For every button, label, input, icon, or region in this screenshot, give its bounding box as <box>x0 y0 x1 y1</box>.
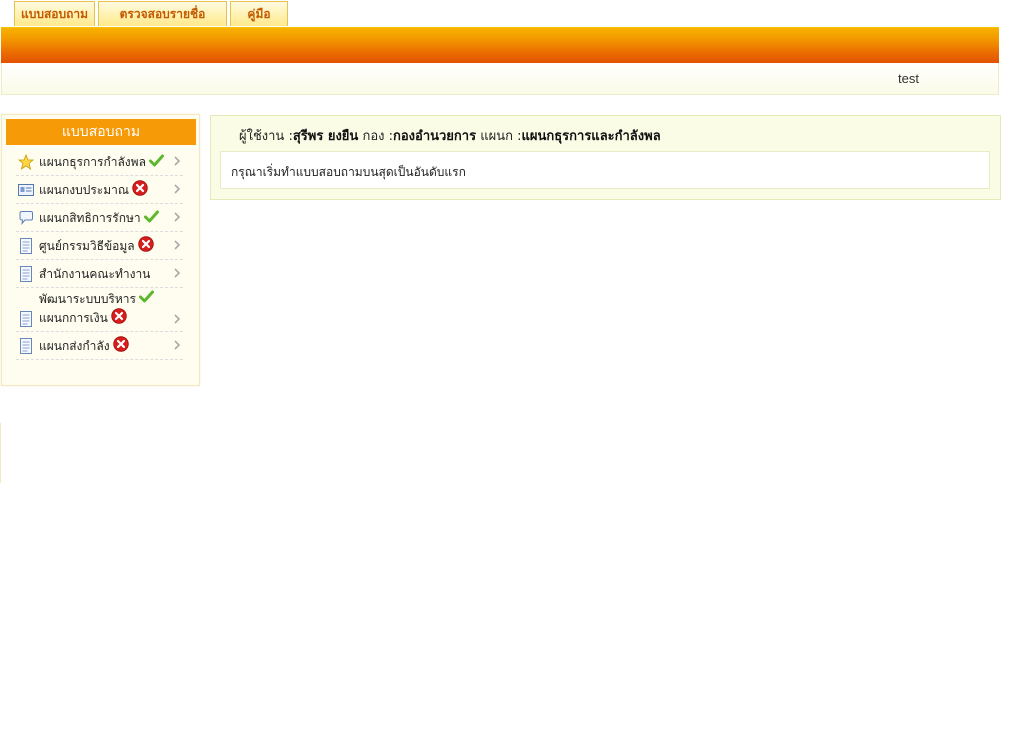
check-icon <box>148 154 164 170</box>
instruction-text: กรุณาเริ่มทำแบบสอบถามบนสุดเป็นอันดับแรก <box>231 165 466 179</box>
user-bar: test <box>1 63 999 95</box>
sidebar-item-budget[interactable]: แผนกงบประมาณ <box>16 176 183 204</box>
sidebar-item-label: แผนกสิทธิการรักษา <box>39 210 141 225</box>
chevron-right-icon <box>173 155 181 167</box>
sidebar-item-data-processing[interactable]: ศูนย์กรรมวิธีข้อมูล <box>16 232 183 260</box>
sidebar-item-label: แผนกงบประมาณ <box>39 182 129 197</box>
chevron-right-icon <box>173 339 181 351</box>
left-edge-strip <box>0 423 1 483</box>
header-banner <box>1 27 999 64</box>
tab-questionnaire[interactable]: แบบสอบถาม <box>14 1 95 26</box>
cross-icon <box>112 336 129 355</box>
chevron-right-icon <box>173 313 181 325</box>
tab-manual[interactable]: คู่มือ <box>230 1 288 26</box>
main-panel: ผู้ใช้งาน :สุรีพร ยงยืน กอง :กองอำนวยการ… <box>210 115 1001 200</box>
sidebar-title: แบบสอบถาม <box>6 119 196 145</box>
sidebar-item-personnel[interactable]: แผนกธุรการกำลังพล <box>16 148 183 176</box>
section-label: แผนก : <box>476 129 522 144</box>
chevron-right-icon <box>173 183 181 195</box>
division-label: กอง : <box>358 129 393 144</box>
sidebar-item-label-line1: พัฒนาระบบบริหาร <box>39 291 136 306</box>
sidebar-item-medical-rights[interactable]: แผนกสิทธิการรักษา <box>16 204 183 232</box>
document-icon <box>18 311 34 327</box>
section-name: แผนกธุรการและกำลังพล <box>521 129 661 144</box>
document-icon <box>18 265 34 282</box>
tab-check-names[interactable]: ตรวจสอบรายชื่อ <box>98 1 227 26</box>
user-info-line: ผู้ใช้งาน :สุรีพร ยงยืน กอง :กองอำนวยการ… <box>239 125 661 146</box>
division-name: กองอำนวยการ <box>392 129 477 144</box>
document-icon <box>18 237 34 254</box>
current-username: test <box>898 71 919 86</box>
sidebar-item-label: พัฒนาระบบบริหาร แผนกการเงิน <box>39 290 154 330</box>
cross-icon <box>137 236 154 255</box>
sidebar-item-logistics[interactable]: แผนกส่งกำลัง <box>16 332 183 360</box>
sidebar: แบบสอบถาม แผนกธุรการกำลังพล แผนกงบประมาณ <box>1 114 200 386</box>
sidebar-item-label: สำนักงานคณะทำงาน <box>39 266 151 281</box>
sidebar-item-label: แผนกส่งกำลัง <box>39 338 110 353</box>
sidebar-menu: แผนกธุรการกำลังพล แผนกงบประมาณ แผนกสิทธิ… <box>16 148 183 360</box>
chevron-right-icon <box>173 239 181 251</box>
chevron-right-icon <box>173 211 181 223</box>
sidebar-item-finance[interactable]: พัฒนาระบบบริหาร แผนกการเงิน <box>16 288 183 332</box>
top-tab-bar: แบบสอบถาม ตรวจสอบรายชื่อ คู่มือ <box>14 1 291 27</box>
document-icon <box>18 337 34 354</box>
instruction-box: กรุณาเริ่มทำแบบสอบถามบนสุดเป็นอันดับแรก <box>220 151 990 189</box>
check-icon <box>138 290 154 308</box>
cross-icon <box>132 180 148 199</box>
check-icon <box>143 210 159 226</box>
sidebar-item-label: แผนกธุรการกำลังพล <box>39 154 146 169</box>
sidebar-item-label: ศูนย์กรรมวิธีข้อมูล <box>39 238 135 253</box>
id-card-icon <box>18 182 34 198</box>
sidebar-item-label-line2: แผนกการเงิน <box>39 311 108 326</box>
sidebar-item-working-group-office[interactable]: สำนักงานคณะทำงาน <box>16 260 183 288</box>
user-label: ผู้ใช้งาน : <box>239 129 293 144</box>
star-icon <box>18 153 34 170</box>
speech-bubble-icon <box>18 210 34 226</box>
chevron-right-icon <box>173 267 181 279</box>
user-full-name: สุรีพร ยงยืน <box>292 129 359 144</box>
cross-icon <box>111 308 127 329</box>
